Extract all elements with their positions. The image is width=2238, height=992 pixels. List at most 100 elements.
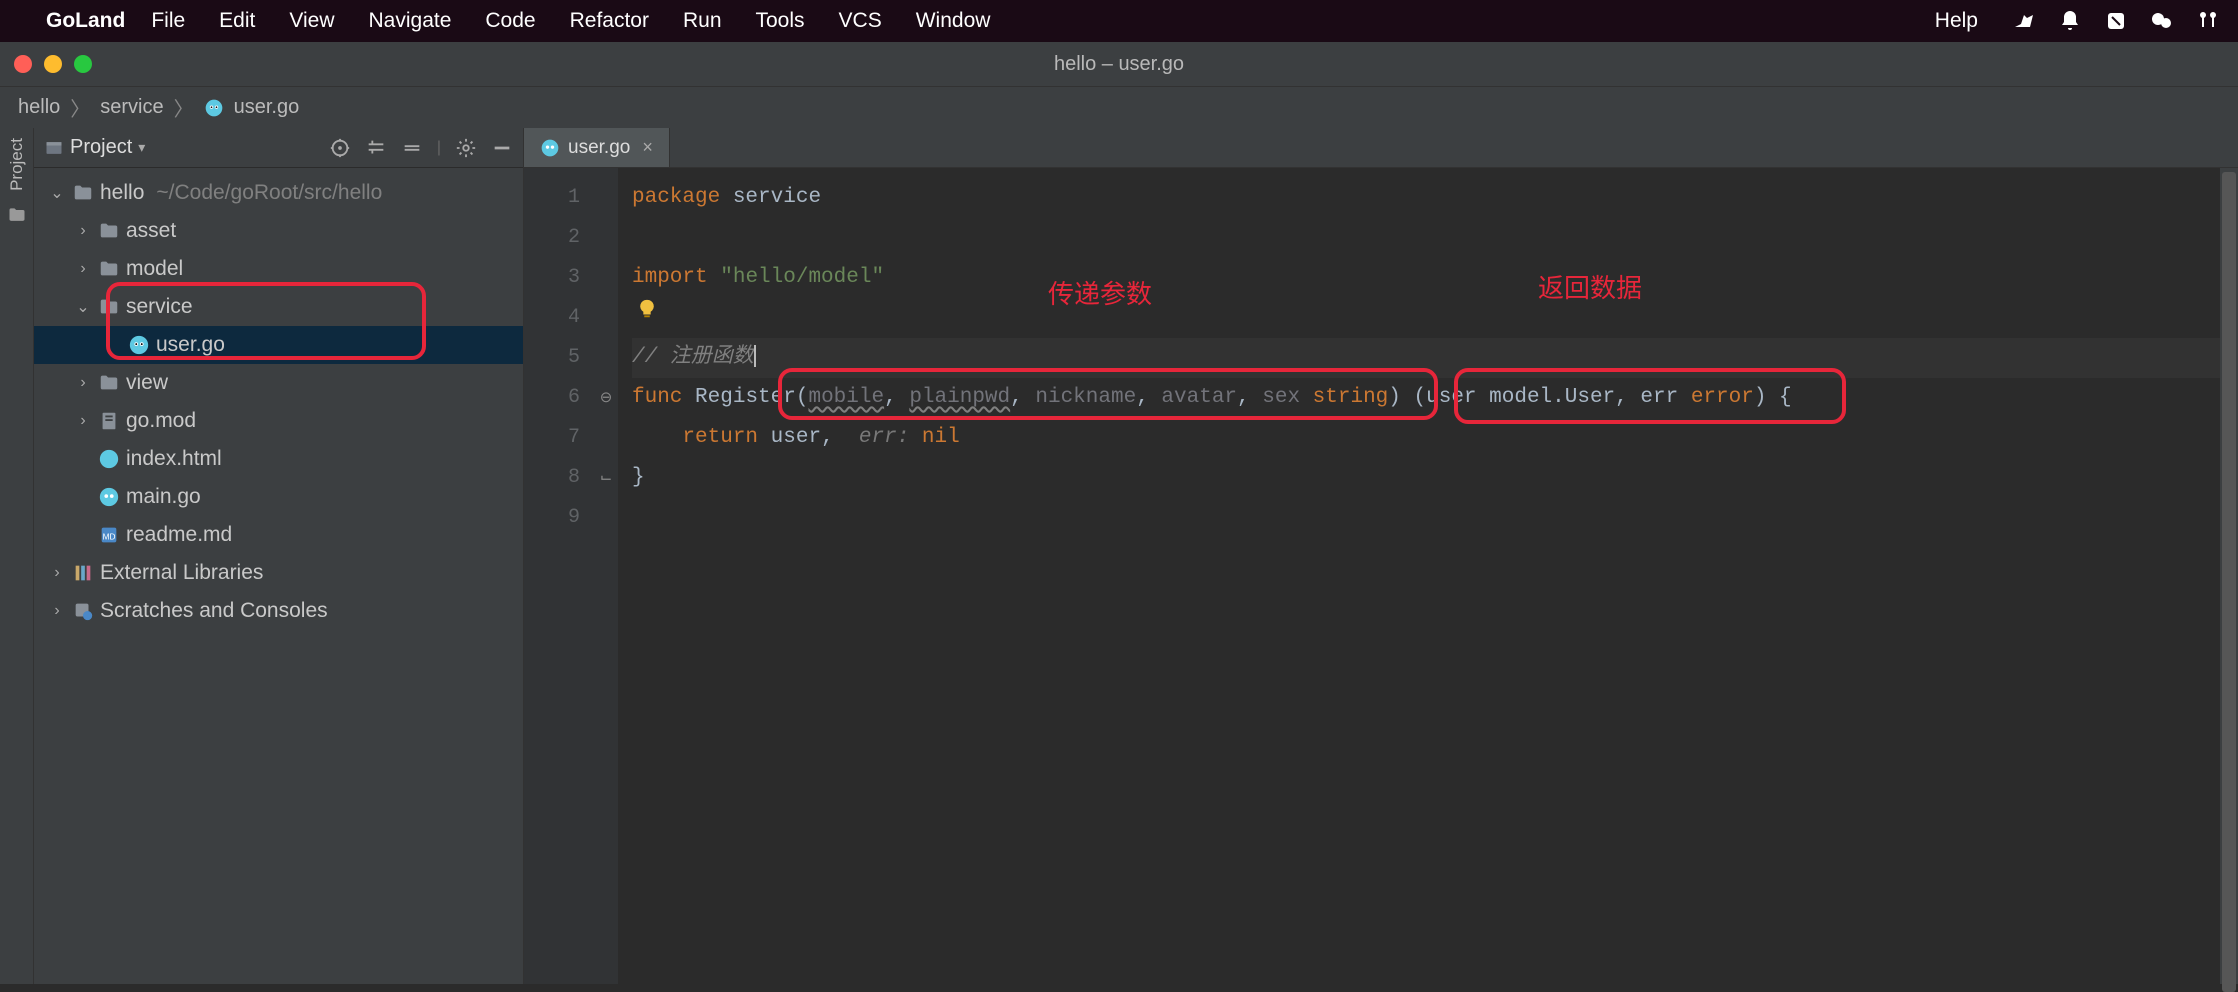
tree-item-label: Scratches and Consoles: [100, 599, 328, 623]
dropdown-arrow-icon[interactable]: ▾: [138, 139, 145, 156]
chevron-right-icon[interactable]: ›: [74, 260, 92, 278]
text-cursor: [754, 345, 756, 367]
wechat-icon[interactable]: [2150, 9, 2174, 33]
tab-user-go[interactable]: user.go ×: [524, 128, 670, 167]
chevron-right-icon[interactable]: ›: [48, 602, 66, 620]
close-window-button[interactable]: [14, 55, 32, 73]
tree-file-user-go[interactable]: user.go: [34, 326, 523, 364]
bird-icon[interactable]: [2012, 9, 2036, 33]
keyword: package: [632, 186, 720, 209]
breadcrumb-folder[interactable]: service: [100, 96, 163, 119]
tree-root-path: ~/Code/goRoot/src/hello: [156, 181, 382, 205]
tree-folder-service[interactable]: ⌄ service: [34, 288, 523, 326]
tree-item-label: External Libraries: [100, 561, 263, 585]
menu-code[interactable]: Code: [485, 9, 535, 33]
menu-vcs[interactable]: VCS: [839, 9, 882, 33]
parameter: mobile: [808, 386, 884, 409]
line-number: 2: [524, 218, 580, 258]
chevron-right-icon: 〉: [70, 93, 90, 122]
tree-item-label: user.go: [156, 333, 225, 357]
collapse-icon[interactable]: [401, 137, 423, 159]
scrollbar-thumb[interactable]: [2222, 172, 2236, 992]
airpods-icon[interactable]: [2196, 9, 2220, 33]
tree-folder-model[interactable]: › model: [34, 250, 523, 288]
project-title: Project: [70, 136, 132, 159]
tree-item-label: go.mod: [126, 409, 196, 433]
locate-icon[interactable]: [329, 137, 351, 159]
maximize-window-button[interactable]: [74, 55, 92, 73]
code-area[interactable]: package service import "hello/model" // …: [618, 168, 2238, 984]
line-number: 7: [524, 418, 580, 458]
chevron-down-icon[interactable]: ⌄: [74, 297, 92, 317]
menu-refactor[interactable]: Refactor: [570, 9, 649, 33]
chevron-right-icon[interactable]: ›: [48, 564, 66, 582]
menu-edit[interactable]: Edit: [219, 9, 255, 33]
project-icon: [44, 138, 64, 158]
mac-menubar: GoLand File Edit View Navigate Code Refa…: [0, 0, 2238, 42]
project-tool-window: Project ▾ | ⌄ hello ~/Code/goRoot/src/he…: [34, 128, 524, 984]
string-literal: "hello/model": [720, 266, 884, 289]
inlay-hint: err:: [859, 426, 909, 449]
menu-help[interactable]: Help: [1935, 9, 1978, 33]
line-number: 1: [524, 178, 580, 218]
tree-folder-view[interactable]: › view: [34, 364, 523, 402]
return-name: err: [1640, 386, 1678, 409]
menu-navigate[interactable]: Navigate: [369, 9, 452, 33]
project-tree[interactable]: ⌄ hello ~/Code/goRoot/src/hello › asset …: [34, 168, 523, 636]
gear-icon[interactable]: [455, 137, 477, 159]
tree-file-main-go[interactable]: main.go: [34, 478, 523, 516]
left-tool-gutter: Project: [0, 128, 34, 984]
tree-item-label: model: [126, 257, 183, 281]
minimize-window-button[interactable]: [44, 55, 62, 73]
keyword: import: [632, 266, 708, 289]
hide-icon[interactable]: [491, 137, 513, 159]
menu-file[interactable]: File: [151, 9, 185, 33]
fold-gutter: ⊖ ⌙: [594, 168, 618, 984]
tab-label: user.go: [568, 137, 630, 159]
chevron-down-icon[interactable]: ⌄: [48, 183, 66, 203]
bell-icon[interactable]: [2058, 9, 2082, 33]
tree-file-readme-md[interactable]: MD readme.md: [34, 516, 523, 554]
annotation-text-returns: 返回数据: [1538, 270, 1642, 310]
note-icon[interactable]: [2104, 9, 2128, 33]
line-number: 5: [524, 338, 580, 378]
editor: user.go × 1 2 3 4 5 6 7 8 9 ⊖ ⌙: [524, 128, 2238, 984]
window-controls: [14, 55, 92, 73]
tree-external-libraries[interactable]: › External Libraries: [34, 554, 523, 592]
menu-run[interactable]: Run: [683, 9, 722, 33]
parameter: avatar: [1161, 386, 1237, 409]
chevron-right-icon[interactable]: ›: [74, 412, 92, 430]
project-tool-button[interactable]: Project: [7, 138, 27, 191]
tree-item-label: readme.md: [126, 523, 232, 547]
tree-file-go-mod[interactable]: › go.mod: [34, 402, 523, 440]
intention-bulb-icon[interactable]: [636, 298, 658, 320]
tree-file-index-html[interactable]: index.html: [34, 440, 523, 478]
go-file-icon: [204, 98, 224, 118]
menu-window[interactable]: Window: [916, 9, 991, 33]
return-name: user: [1426, 386, 1476, 409]
menu-view[interactable]: View: [289, 9, 334, 33]
type: string: [1313, 386, 1389, 409]
tree-item-label: index.html: [126, 447, 222, 471]
tree-folder-asset[interactable]: › asset: [34, 212, 523, 250]
close-tab-icon[interactable]: ×: [642, 137, 653, 158]
chevron-right-icon[interactable]: ›: [74, 222, 92, 240]
breadcrumb-root[interactable]: hello: [18, 96, 60, 119]
fold-marker-icon[interactable]: ⊖: [594, 378, 618, 418]
tree-root[interactable]: ⌄ hello ~/Code/goRoot/src/hello: [34, 174, 523, 212]
fold-end-icon[interactable]: ⌙: [594, 458, 618, 498]
editor-scrollbar[interactable]: [2220, 168, 2238, 984]
return-type: error: [1691, 386, 1754, 409]
keyword: return: [682, 426, 758, 449]
app-name[interactable]: GoLand: [46, 9, 125, 33]
breadcrumb-file[interactable]: user.go: [234, 96, 300, 119]
return-type: model.User: [1489, 386, 1615, 409]
menu-tools[interactable]: Tools: [756, 9, 805, 33]
expand-icon[interactable]: [365, 137, 387, 159]
folder-icon: [7, 205, 27, 225]
tree-item-label: service: [126, 295, 193, 319]
project-header: Project ▾ |: [34, 128, 523, 168]
chevron-right-icon[interactable]: ›: [74, 374, 92, 392]
tree-scratches[interactable]: › Scratches and Consoles: [34, 592, 523, 630]
line-number: 9: [524, 498, 580, 538]
